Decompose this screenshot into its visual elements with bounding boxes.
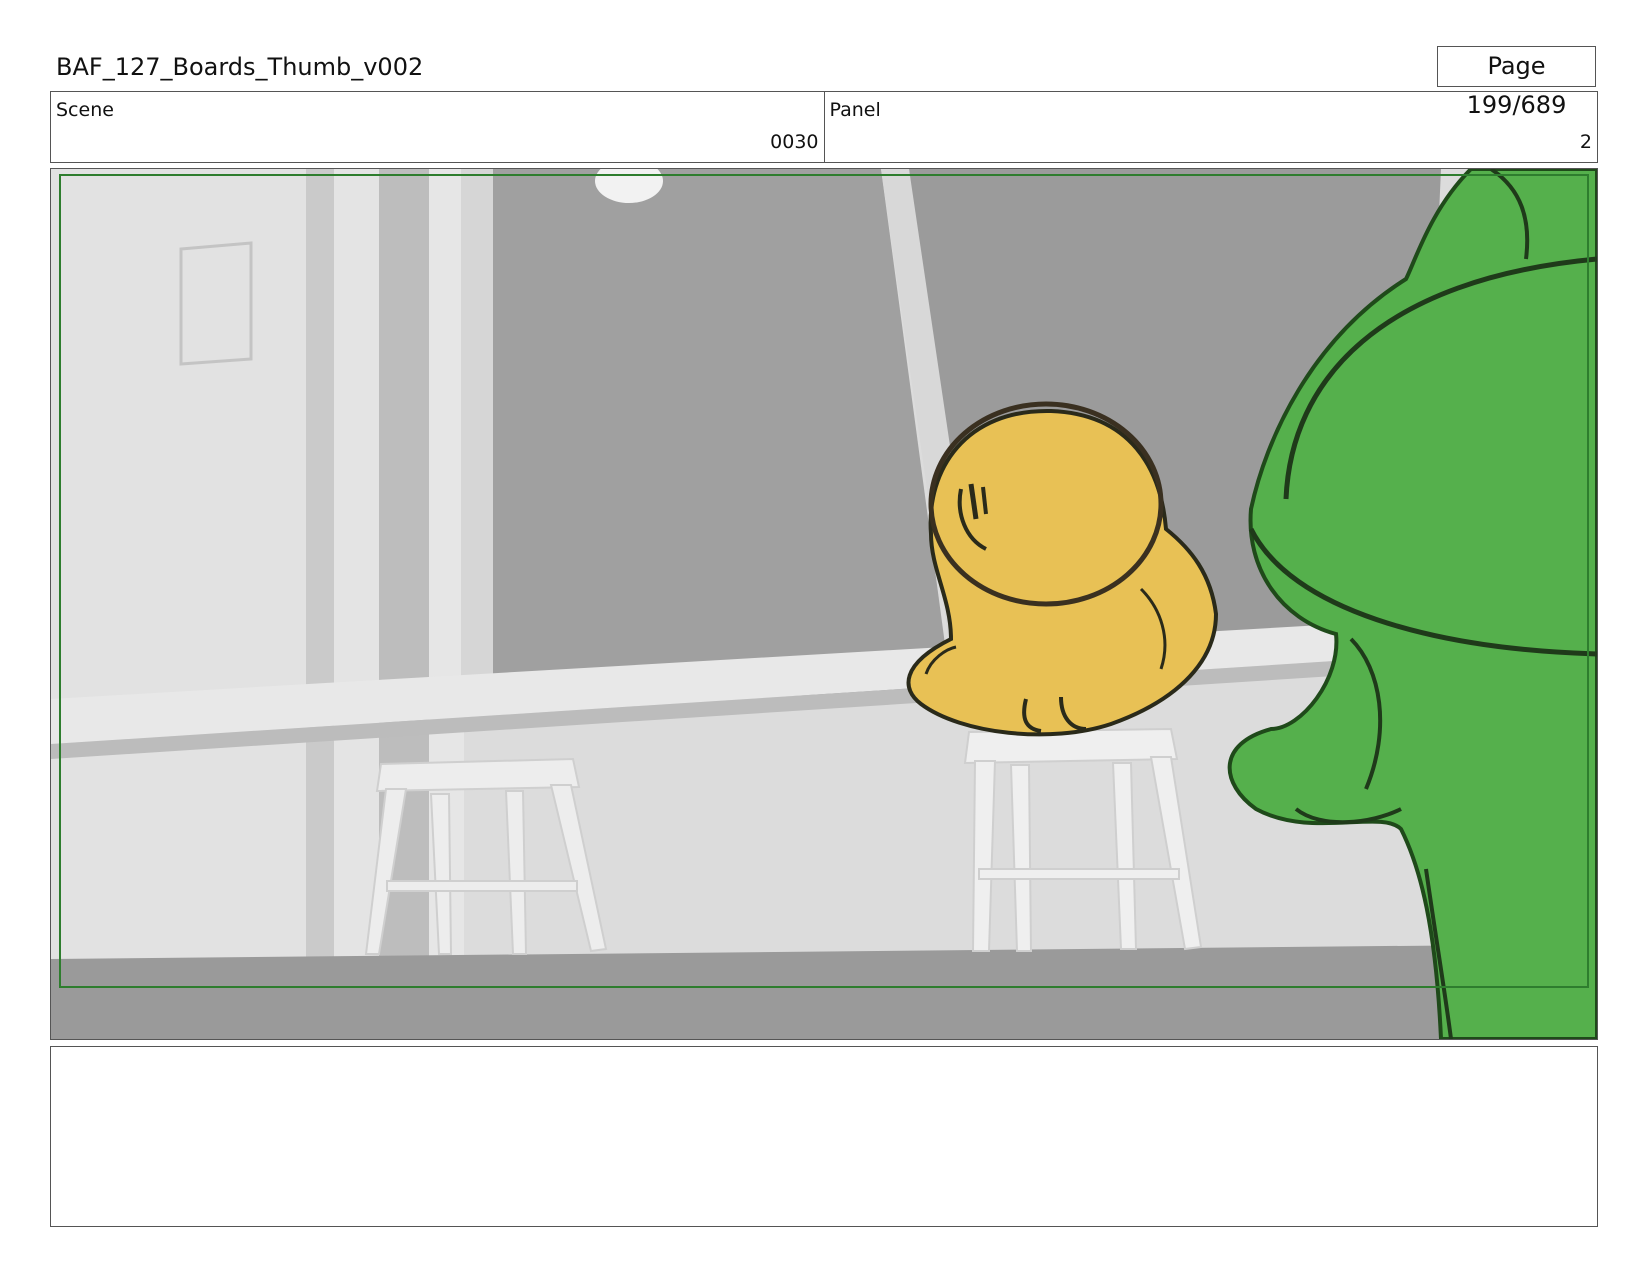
notes-box [50,1046,1598,1227]
wall-panel [51,169,316,999]
scene-value: 0030 [770,131,819,153]
window [491,169,951,709]
page-number: Page 199/689 [1437,46,1596,119]
document-title: BAF_127_Boards_Thumb_v002 [56,53,424,81]
storyboard-panel [50,168,1598,1040]
panel-label: Panel [829,99,881,121]
info-row: Scene 0030 Panel 2 [50,91,1598,163]
column-shadow [306,169,334,999]
panel-cell: Panel 2 [823,92,1598,162]
storyboard-drawing [51,169,1597,1039]
panel-value: 2 [1579,131,1592,153]
scene-cell: Scene 0030 [51,92,824,162]
column [334,169,379,999]
floor [51,944,1597,1039]
window-frame [461,169,493,714]
scene-label: Scene [56,99,114,121]
